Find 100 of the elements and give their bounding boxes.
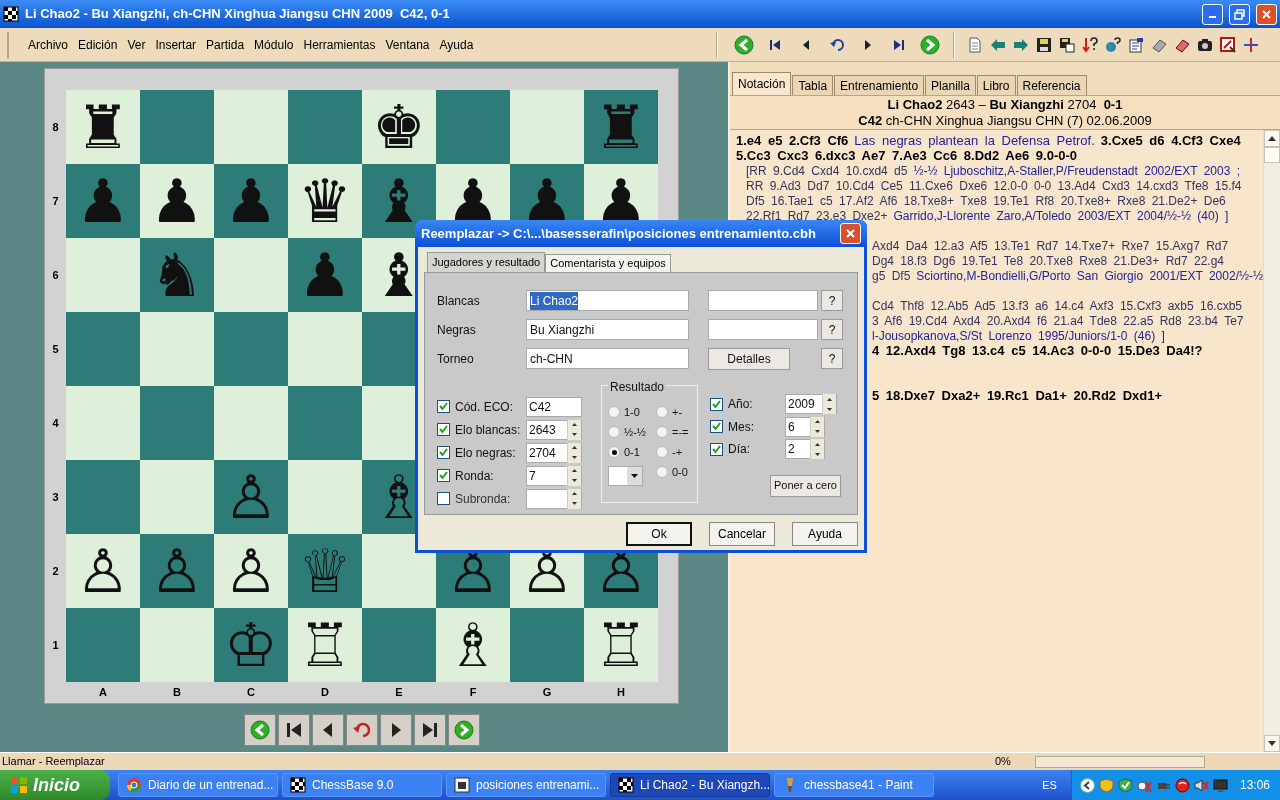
panel-tab[interactable]: Tabla bbox=[792, 75, 834, 95]
up-arrow-icon bbox=[572, 492, 577, 495]
details-button[interactable]: Detalles bbox=[708, 347, 790, 370]
radio-label: 0-1 bbox=[624, 444, 640, 460]
down-arrow-icon bbox=[572, 433, 577, 436]
spin-field[interactable]: 2009 bbox=[785, 394, 837, 415]
panel-tab[interactable]: Libro bbox=[976, 75, 1016, 95]
spin-field[interactable]: 2643 bbox=[526, 419, 582, 440]
move-text[interactable]: 3.Cxe5 d6 4.Cf3 Cxe4 bbox=[1100, 130, 1241, 151]
language-indicator[interactable]: ES bbox=[1042, 776, 1057, 794]
chessboard-icon bbox=[618, 777, 634, 793]
dialog-title: Reemplazar -> C:\...\basesserafin\posiciones entrenamiento.cbh bbox=[421, 224, 817, 243]
menu-item[interactable]: Herramientas bbox=[298, 35, 381, 54]
text-field[interactable] bbox=[708, 319, 818, 340]
taskbar-button[interactable]: ChessBase 9.0 bbox=[282, 773, 442, 797]
spin-field[interactable] bbox=[526, 488, 582, 509]
menu-item[interactable]: Ver bbox=[122, 35, 151, 54]
undo-button[interactable] bbox=[346, 714, 378, 746]
checkbox[interactable] bbox=[437, 400, 450, 413]
checkbox[interactable] bbox=[437, 423, 450, 436]
spin-buttons[interactable] bbox=[822, 394, 836, 415]
help-button[interactable]: ? bbox=[821, 348, 843, 369]
dialog-tab[interactable]: Comentarista y equipos bbox=[545, 254, 671, 272]
menu-item[interactable]: Edición bbox=[73, 35, 123, 54]
last-move-button[interactable] bbox=[414, 714, 446, 746]
checkbox[interactable] bbox=[437, 446, 450, 459]
previous-move-button[interactable] bbox=[312, 714, 344, 746]
menu-item[interactable]: Ayuda bbox=[434, 35, 479, 54]
checkbox[interactable] bbox=[710, 397, 723, 411]
taskbar-button[interactable]: chessbase41 - Paint bbox=[774, 773, 934, 797]
file-label: A bbox=[99, 684, 107, 700]
text-field[interactable]: ch-CHN bbox=[526, 348, 689, 369]
spin-buttons[interactable] bbox=[810, 416, 824, 437]
up-arrow-icon bbox=[815, 420, 820, 424]
panel-tab[interactable]: Referencia bbox=[1016, 75, 1087, 95]
annotation-text: Sciortino,M-Bondielli,G/Porto San Giorgio 2001/EXT 2002/½-½ bbox=[916, 268, 1263, 285]
menu-item[interactable]: Partida bbox=[201, 35, 250, 54]
forward-button[interactable] bbox=[448, 714, 480, 746]
panel-tab[interactable]: Entrenamiento bbox=[834, 75, 925, 95]
spin-buttons[interactable] bbox=[567, 488, 581, 509]
reset-button[interactable]: Poner a cero bbox=[770, 474, 841, 497]
radio-button[interactable] bbox=[656, 406, 668, 418]
checkbox[interactable] bbox=[437, 492, 450, 505]
dialog-tab[interactable]: Jugadores y resultado bbox=[427, 252, 546, 272]
radio-button[interactable] bbox=[656, 466, 668, 478]
dropdown[interactable] bbox=[608, 466, 643, 486]
panel-tab[interactable]: Planilla bbox=[925, 75, 976, 95]
spin-buttons[interactable] bbox=[567, 442, 581, 463]
annotation-text: Las negras plantean la Defensa Petrof. bbox=[854, 131, 1095, 150]
taskbar-button[interactable]: posiciones entrenami... bbox=[446, 773, 606, 797]
spin-field[interactable]: 6 bbox=[785, 416, 825, 437]
menu-item[interactable]: Insertar bbox=[150, 35, 202, 54]
radio-button[interactable] bbox=[608, 406, 620, 418]
panel-tab[interactable]: Notación bbox=[732, 72, 792, 95]
radio-button[interactable] bbox=[656, 446, 668, 458]
menu-item[interactable]: Ventana bbox=[380, 35, 435, 54]
move-text[interactable]: 1.e4 e5 2.Cf3 Cf6 bbox=[736, 130, 849, 151]
form-icon bbox=[1127, 36, 1144, 53]
radio-button[interactable] bbox=[608, 446, 620, 458]
move-text[interactable]: 5 18.Dxe7 Dxa2+ 19.Rc1 Da1+ 20.Rd2 Dxd1+ bbox=[872, 385, 1163, 406]
move-text[interactable]: [RR 9.Cd4 Cxd4 10.cxd4 d5 bbox=[746, 161, 908, 180]
move-text[interactable]: Df5 16.Tae1 c5 17.Af2 Af6 18.Txe8+ Txe8 19.Te1 Rf8 20.Txe8+ Rxe8 21.De2+ De6 bbox=[746, 191, 1226, 210]
scrollbar[interactable] bbox=[1263, 130, 1280, 752]
menu-item[interactable]: Módulo bbox=[249, 35, 299, 54]
help-button[interactable]: ? bbox=[821, 290, 843, 311]
annotation-text: l-Jousopkanova,S/St Lorenzo 1995/Juniors/1-0 (46) ] bbox=[872, 327, 1165, 345]
spin-buttons[interactable] bbox=[810, 439, 824, 460]
down-arrow-icon bbox=[827, 407, 832, 411]
close-button[interactable] bbox=[1256, 3, 1277, 25]
dialog-button[interactable]: Cancelar bbox=[709, 522, 775, 546]
spin-field[interactable]: 2 bbox=[785, 439, 825, 460]
spin-field[interactable]: 2704 bbox=[526, 442, 582, 463]
close-button[interactable] bbox=[840, 223, 861, 244]
checkbox[interactable] bbox=[710, 420, 723, 434]
rank-label: 1 bbox=[52, 637, 59, 653]
text-field[interactable]: Li Chao2 bbox=[526, 290, 689, 311]
menu-item[interactable]: Archivo bbox=[23, 35, 73, 54]
back-button[interactable] bbox=[244, 714, 276, 746]
spin-buttons[interactable] bbox=[567, 465, 581, 486]
dialog-button[interactable]: Ayuda bbox=[792, 522, 858, 546]
scroll-thumb[interactable] bbox=[1264, 147, 1280, 163]
taskbar-button[interactable]: Diario de un entrenad... bbox=[118, 773, 278, 797]
help-button[interactable]: ? bbox=[821, 319, 843, 340]
move-text[interactable]: Axd4 Da4 12.a3 Af5 13.Te1 Rd7 14.Txe7+ Rxe7 15.Axg7 Rd7 bbox=[872, 236, 1229, 255]
spin-field[interactable]: 7 bbox=[526, 465, 582, 486]
text-field[interactable] bbox=[708, 290, 818, 311]
radio-button[interactable] bbox=[608, 426, 620, 438]
checkbox[interactable] bbox=[437, 469, 450, 482]
text-field[interactable]: C42 bbox=[526, 396, 582, 417]
text-field[interactable]: Bu Xiangzhi bbox=[526, 319, 689, 340]
next-move-button[interactable] bbox=[380, 714, 412, 746]
check-icon bbox=[439, 402, 448, 411]
taskbar-button[interactable]: Li Chao2 - Bu Xiangzh... bbox=[610, 773, 770, 797]
minimize-button[interactable] bbox=[1202, 3, 1223, 25]
radio-button[interactable] bbox=[656, 426, 668, 438]
first-move-button[interactable] bbox=[278, 714, 310, 746]
spin-buttons[interactable] bbox=[567, 419, 581, 440]
restore-button[interactable] bbox=[1229, 3, 1250, 25]
checkbox[interactable] bbox=[710, 442, 723, 456]
dialog-button[interactable]: Ok bbox=[626, 522, 692, 546]
